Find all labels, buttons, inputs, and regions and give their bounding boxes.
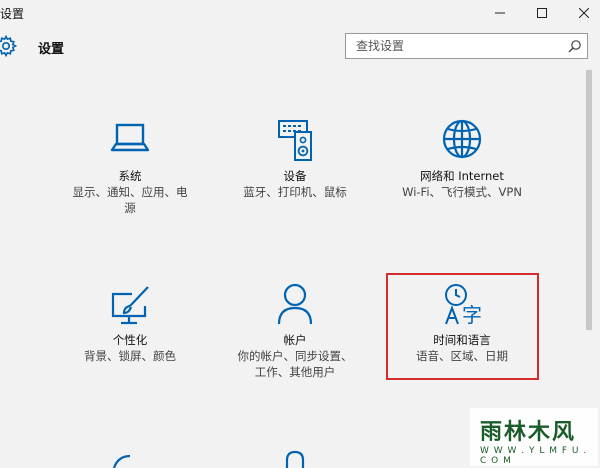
tile-name: 网络和 Internet bbox=[420, 169, 504, 183]
tile-name: 个性化 bbox=[112, 333, 148, 347]
person-icon bbox=[277, 283, 313, 325]
page-title: 设置 bbox=[38, 42, 65, 57]
tile-description: 蓝牙、打印机、鼠标 bbox=[243, 185, 347, 199]
window-title: 设置 bbox=[0, 7, 25, 21]
keyboard-speaker-icon bbox=[278, 120, 312, 161]
gear-icon bbox=[0, 34, 18, 58]
laptop-icon bbox=[110, 123, 150, 152]
tile-description: 背景、锁屏、颜色 bbox=[84, 349, 176, 363]
paint-monitor-icon bbox=[111, 286, 149, 325]
lock-icon bbox=[285, 450, 305, 468]
tile-name: 设备 bbox=[283, 169, 307, 183]
title-bar: 设置 bbox=[0, 0, 600, 26]
minimize-button[interactable] bbox=[478, 0, 522, 26]
page-header: 设置 bbox=[0, 30, 600, 64]
tile-personalization[interactable]: 个性化 背景、锁屏、颜色 bbox=[50, 282, 210, 392]
tile-name: 系统 bbox=[118, 169, 142, 183]
watermark-logo: 雨林木风 W W W . Y L M F U . C O M bbox=[470, 408, 598, 466]
close-button[interactable] bbox=[562, 0, 600, 26]
tile-devices[interactable]: 设备 蓝牙、打印机、鼠标 bbox=[215, 118, 375, 228]
tile-network-internet[interactable]: 网络和 Internet Wi-Fi、飞行模式、VPN bbox=[382, 118, 542, 228]
tile-description: 你的帐户、同步设置、 bbox=[237, 349, 353, 363]
highlight-box bbox=[386, 273, 539, 380]
tile-system[interactable]: 系统 显示、通知、应用、电 源 bbox=[50, 118, 210, 228]
tile-name: 帐户 bbox=[283, 333, 307, 347]
scrollbar[interactable] bbox=[586, 70, 592, 330]
tile-description-line2: 工作、其他用户 bbox=[254, 365, 336, 379]
search-box[interactable] bbox=[345, 33, 588, 59]
update-security-icon bbox=[112, 454, 131, 468]
tile-accounts[interactable]: 帐户 你的帐户、同步设置、 工作、其他用户 bbox=[215, 282, 375, 392]
tile-description: 显示、通知、应用、电 bbox=[72, 185, 188, 199]
tile-description-line2: 源 bbox=[124, 201, 136, 215]
tile-description: Wi-Fi、飞行模式、VPN bbox=[402, 185, 522, 199]
globe-icon bbox=[442, 119, 482, 159]
search-input[interactable] bbox=[346, 34, 556, 58]
close-icon bbox=[579, 8, 589, 18]
minimize-icon bbox=[495, 12, 505, 14]
watermark-url: W W W . Y L M F U . C O M bbox=[480, 446, 588, 466]
watermark-text: 雨林木风 bbox=[480, 420, 577, 445]
maximize-button[interactable] bbox=[520, 0, 564, 26]
maximize-icon bbox=[537, 8, 547, 18]
search-icon[interactable] bbox=[568, 39, 582, 53]
